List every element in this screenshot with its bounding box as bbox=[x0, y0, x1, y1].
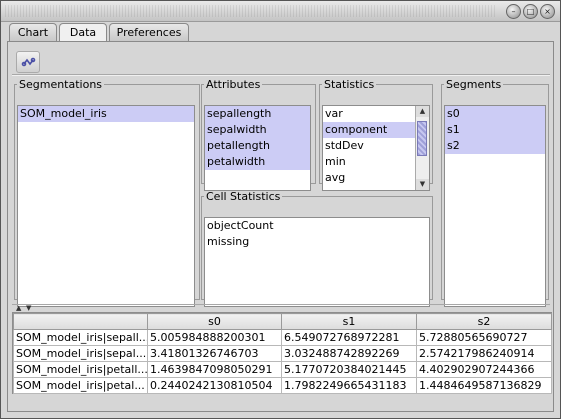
table-cell: 5.005984888200301 bbox=[147, 329, 282, 346]
table-row[interactable]: SOM_model_iris|petall... 1.4639847098050… bbox=[13, 361, 552, 378]
attributes-list[interactable]: sepallength sepalwidth petallength petal… bbox=[204, 105, 311, 191]
statistics-scrollbar[interactable]: ▲ ▼ bbox=[415, 106, 429, 190]
collapse-up-icon[interactable]: ▲ bbox=[16, 304, 21, 312]
table-cell: 0.2440242130810504 bbox=[147, 377, 282, 394]
scroll-up-icon[interactable]: ▲ bbox=[416, 106, 429, 117]
table-cell: 6.549072768972281 bbox=[281, 329, 417, 346]
list-item[interactable]: petalwidth bbox=[205, 154, 310, 170]
table-cell: SOM_model_iris|sepall... bbox=[13, 329, 148, 346]
list-item[interactable]: s0 bbox=[445, 106, 545, 122]
column-header[interactable]: s1 bbox=[281, 313, 417, 330]
statistics-list[interactable]: var component stdDev min avg ▲ ▼ bbox=[322, 105, 430, 191]
table-cell: 3.418013267467​03 bbox=[147, 345, 282, 362]
list-item[interactable]: avg bbox=[323, 170, 429, 186]
title-bar[interactable]: – □ × bbox=[1, 1, 560, 22]
list-item[interactable]: sepallength bbox=[205, 106, 310, 122]
refresh-button[interactable] bbox=[16, 51, 40, 73]
statistics-group: Statistics var component stdDev min avg … bbox=[319, 78, 433, 191]
segments-group: Segments s0 s1 s2 bbox=[441, 78, 549, 307]
table-row[interactable]: SOM_model_iris|sepal... 3.418013267467​0… bbox=[13, 345, 552, 362]
tab-chart[interactable]: Chart bbox=[9, 23, 57, 41]
table-row[interactable]: SOM_model_iris|petal... 0.24402421308105… bbox=[13, 377, 552, 394]
list-item[interactable]: min bbox=[323, 154, 429, 170]
list-item[interactable]: var bbox=[323, 106, 429, 122]
cell-statistics-group: Cell Statistics objectCount missing bbox=[201, 190, 433, 307]
scroll-thumb[interactable] bbox=[417, 121, 427, 156]
table-cell: 4.402902907244366 bbox=[416, 361, 552, 378]
table-cell: 1.4484649587136829 bbox=[416, 377, 552, 394]
table-cell: 1.7982249665431183 bbox=[281, 377, 417, 394]
table-cell: 1.4639847098050291 bbox=[147, 361, 282, 378]
segments-title: Segments bbox=[446, 78, 502, 91]
toolbar-separator bbox=[12, 74, 550, 76]
column-header[interactable]: s2 bbox=[416, 313, 552, 330]
refresh-icon bbox=[21, 57, 36, 67]
table-cell: SOM_model_iris|petal... bbox=[13, 377, 148, 394]
split-pane-divider[interactable]: ▲ ▼ bbox=[12, 304, 550, 312]
table-cell: SOM_model_iris|sepal... bbox=[13, 345, 148, 362]
maximize-icon[interactable]: □ bbox=[523, 4, 538, 19]
table-cell: 5.72880565690727 bbox=[416, 329, 552, 346]
close-icon[interactable]: × bbox=[540, 4, 555, 19]
tab-data[interactable]: Data bbox=[59, 23, 107, 42]
app-window: – □ × Chart Data Preferences Segmentatio… bbox=[0, 0, 561, 419]
list-item[interactable]: sepalwidth bbox=[205, 122, 310, 138]
table-cell: SOM_model_iris|petall... bbox=[13, 361, 148, 378]
list-item[interactable]: component bbox=[323, 122, 416, 138]
column-header[interactable]: s0 bbox=[147, 313, 282, 330]
segmentations-list[interactable]: SOM_model_iris bbox=[17, 105, 195, 307]
list-item[interactable]: stdDev bbox=[323, 138, 429, 154]
statistics-title: Statistics bbox=[324, 78, 375, 91]
table-cell: 2.574217986240914 bbox=[416, 345, 552, 362]
table-cell: 5.1770720384021445 bbox=[281, 361, 417, 378]
table-header-row: s0 s1 s2 bbox=[13, 313, 552, 330]
list-item[interactable]: objectCount bbox=[205, 218, 429, 234]
list-item[interactable]: missing bbox=[205, 234, 429, 250]
column-header[interactable] bbox=[13, 313, 148, 330]
cell-statistics-title: Cell Statistics bbox=[206, 190, 281, 203]
attributes-title: Attributes bbox=[206, 78, 261, 91]
table-cell: 3.032488742892269 bbox=[281, 345, 417, 362]
list-item[interactable]: SOM_model_iris bbox=[18, 106, 194, 122]
list-item[interactable]: s1 bbox=[445, 122, 545, 138]
attributes-group: Attributes sepallength sepalwidth petall… bbox=[201, 78, 316, 191]
segments-list[interactable]: s0 s1 s2 bbox=[444, 105, 546, 307]
cell-statistics-list[interactable]: objectCount missing bbox=[204, 217, 430, 307]
tab-preferences[interactable]: Preferences bbox=[109, 23, 189, 41]
minimize-icon[interactable]: – bbox=[506, 4, 521, 19]
list-item[interactable]: petallength bbox=[205, 138, 310, 154]
scroll-down-icon[interactable]: ▼ bbox=[416, 179, 429, 190]
data-panel: Segmentations SOM_model_iris Attributes … bbox=[7, 41, 554, 412]
table-row[interactable]: SOM_model_iris|sepall... 5.0059848882003… bbox=[13, 329, 552, 346]
title-bar-grip bbox=[5, 5, 495, 17]
segmentations-title: Segmentations bbox=[19, 78, 103, 91]
collapse-down-icon[interactable]: ▼ bbox=[26, 304, 31, 312]
results-table: s0 s1 s2 SOM_model_iris|sepall... 5.0059… bbox=[12, 312, 552, 394]
segmentations-group: Segmentations SOM_model_iris bbox=[14, 78, 200, 307]
list-item[interactable]: s2 bbox=[445, 138, 545, 154]
